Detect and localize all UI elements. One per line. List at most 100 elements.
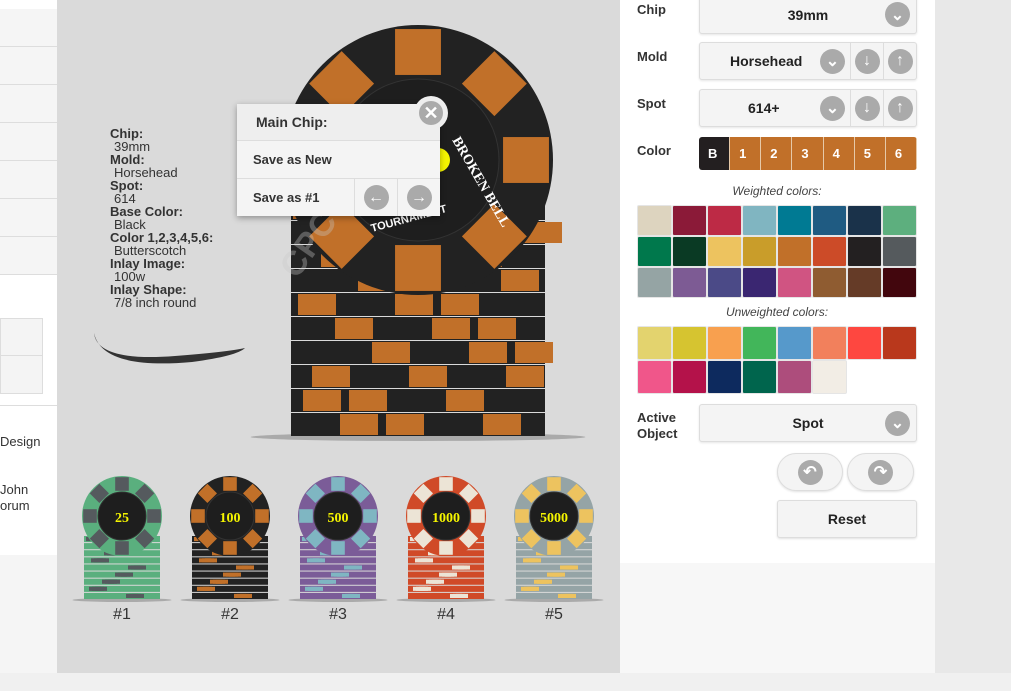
reset-button[interactable]: Reset <box>777 500 917 538</box>
weighted-color-swatch[interactable] <box>637 205 672 236</box>
weighted-color-swatch[interactable] <box>707 267 742 298</box>
thumbnail-label[interactable]: #4 <box>416 606 476 624</box>
weighted-color-swatch[interactable] <box>742 205 777 236</box>
unweighted-color-swatch[interactable] <box>777 360 812 394</box>
thumbnail-chip-4[interactable]: 1000 <box>396 476 496 602</box>
weighted-color-swatch[interactable] <box>637 267 672 298</box>
weighted-color-swatch[interactable] <box>812 236 847 267</box>
unweighted-color-swatch[interactable] <box>637 360 672 394</box>
unweighted-color-swatch[interactable] <box>777 326 812 360</box>
left-sidebar: Design John orum <box>0 0 57 555</box>
weighted-color-swatch[interactable] <box>847 267 882 298</box>
sidebar-row[interactable] <box>0 85 57 123</box>
unweighted-color-swatch[interactable] <box>672 326 707 360</box>
thumbnail-chip-1[interactable]: 25 <box>72 476 172 602</box>
stack-chip-edge <box>84 564 160 571</box>
sidebar-row[interactable] <box>0 47 57 85</box>
prev-slot-button[interactable]: ← <box>354 179 397 216</box>
edge-spot <box>115 572 127 577</box>
weighted-color-swatch[interactable] <box>742 267 777 298</box>
thumbnail-label[interactable]: #2 <box>200 606 260 624</box>
popup-close-button[interactable]: ✕ <box>414 96 448 130</box>
sidebar-link-design[interactable]: Design <box>0 434 40 449</box>
weighted-color-swatch[interactable] <box>882 205 917 236</box>
weighted-color-swatch[interactable] <box>672 205 707 236</box>
color-part-1[interactable]: 1 <box>730 137 762 170</box>
thumbnail-label[interactable]: #3 <box>308 606 368 624</box>
spot-prev-button[interactable]: ↑ <box>883 90 916 126</box>
weighted-color-swatch[interactable] <box>672 267 707 298</box>
thumbnail-chip-5[interactable]: 5000 <box>504 476 604 602</box>
weighted-color-swatch[interactable] <box>707 236 742 267</box>
weighted-color-swatch[interactable] <box>777 267 812 298</box>
spot-select[interactable]: 614+ ⌄ ↓ ↑ <box>699 89 917 127</box>
weighted-color-swatch[interactable] <box>742 236 777 267</box>
thumbnail-label[interactable]: #1 <box>92 606 152 624</box>
color-part-3[interactable]: 3 <box>792 137 824 170</box>
chip-size-select[interactable]: 39mm ⌄ <box>699 0 917 34</box>
popup-title: Main Chip: <box>237 104 440 141</box>
unweighted-color-swatch[interactable] <box>882 326 917 360</box>
undo-button[interactable]: ↶ <box>777 453 843 491</box>
save-as-slot-button[interactable]: Save as #1 <box>237 179 354 216</box>
sidebar-row[interactable] <box>0 161 57 199</box>
sidebar-row[interactable] <box>0 199 57 237</box>
edge-spot <box>413 586 425 591</box>
sidebar-row[interactable] <box>0 9 57 47</box>
chip-size-value: 39mm <box>787 6 829 23</box>
edge-spot <box>236 565 248 570</box>
save-as-new-button[interactable]: Save as New <box>237 141 440 179</box>
edge-spot <box>344 565 356 570</box>
sidebar-row[interactable] <box>0 237 57 275</box>
stack-chip-edge <box>516 564 592 571</box>
thumbnail-chip-2[interactable]: 100 <box>180 476 280 602</box>
weighted-color-swatch[interactable] <box>812 205 847 236</box>
color-part-6[interactable]: 6 <box>885 137 917 170</box>
weighted-color-swatch[interactable] <box>847 236 882 267</box>
weighted-color-swatch[interactable] <box>847 205 882 236</box>
unweighted-color-swatch[interactable] <box>812 326 847 360</box>
thumbnail-label[interactable]: #5 <box>524 606 584 624</box>
mold-next-button[interactable]: ↓ <box>850 43 883 79</box>
mold-select[interactable]: Horsehead ⌄ ↓ ↑ <box>699 42 917 80</box>
divider <box>0 405 57 406</box>
weighted-color-swatch[interactable] <box>777 236 812 267</box>
color-part-4[interactable]: 4 <box>823 137 855 170</box>
sidebar-link-forum[interactable]: John orum <box>0 482 30 514</box>
active-object-select[interactable]: Spot ⌄ <box>699 404 917 442</box>
color-part-base[interactable]: B <box>699 137 731 170</box>
color-part-5[interactable]: 5 <box>854 137 886 170</box>
edge-spot <box>515 342 553 363</box>
thumbnail-chip-3[interactable]: 500 <box>288 476 388 602</box>
weighted-color-swatch[interactable] <box>882 236 917 267</box>
weighted-color-swatch[interactable] <box>707 205 742 236</box>
weighted-color-swatch[interactable] <box>882 267 917 298</box>
unweighted-color-swatch[interactable] <box>707 326 742 360</box>
stack-chip-edge <box>516 592 592 599</box>
edge-spot <box>560 565 572 570</box>
weighted-color-swatch[interactable] <box>777 205 812 236</box>
face-spot <box>547 541 561 555</box>
spot-next-button[interactable]: ↓ <box>850 90 883 126</box>
redo-button[interactable]: ↷ <box>847 453 914 491</box>
active-object-value: Spot <box>792 415 824 431</box>
unweighted-color-swatch[interactable] <box>847 326 882 360</box>
unweighted-color-swatch[interactable] <box>637 326 672 360</box>
arrow-down-icon: ↓ <box>854 48 880 74</box>
unweighted-color-swatch[interactable] <box>742 326 777 360</box>
unweighted-color-swatch[interactable] <box>707 360 742 394</box>
weighted-color-swatch[interactable] <box>637 236 672 267</box>
face-spot <box>299 509 313 523</box>
main-chip-stack[interactable]: BROKEN BELLTOURNAMENTCPC 2015 <box>250 25 586 441</box>
unweighted-color-swatch[interactable] <box>742 360 777 394</box>
sidebar-row[interactable] <box>0 123 57 161</box>
unweighted-color-swatch[interactable] <box>672 360 707 394</box>
color-part-selector: B123456 <box>699 137 917 170</box>
weighted-color-swatch[interactable] <box>672 236 707 267</box>
mold-prev-button[interactable]: ↑ <box>883 43 916 79</box>
next-slot-button[interactable]: → <box>397 179 440 216</box>
chevron-down-icon: ⌄ <box>885 2 910 27</box>
unweighted-color-swatch[interactable] <box>812 360 847 394</box>
weighted-color-swatch[interactable] <box>812 267 847 298</box>
color-part-2[interactable]: 2 <box>761 137 793 170</box>
